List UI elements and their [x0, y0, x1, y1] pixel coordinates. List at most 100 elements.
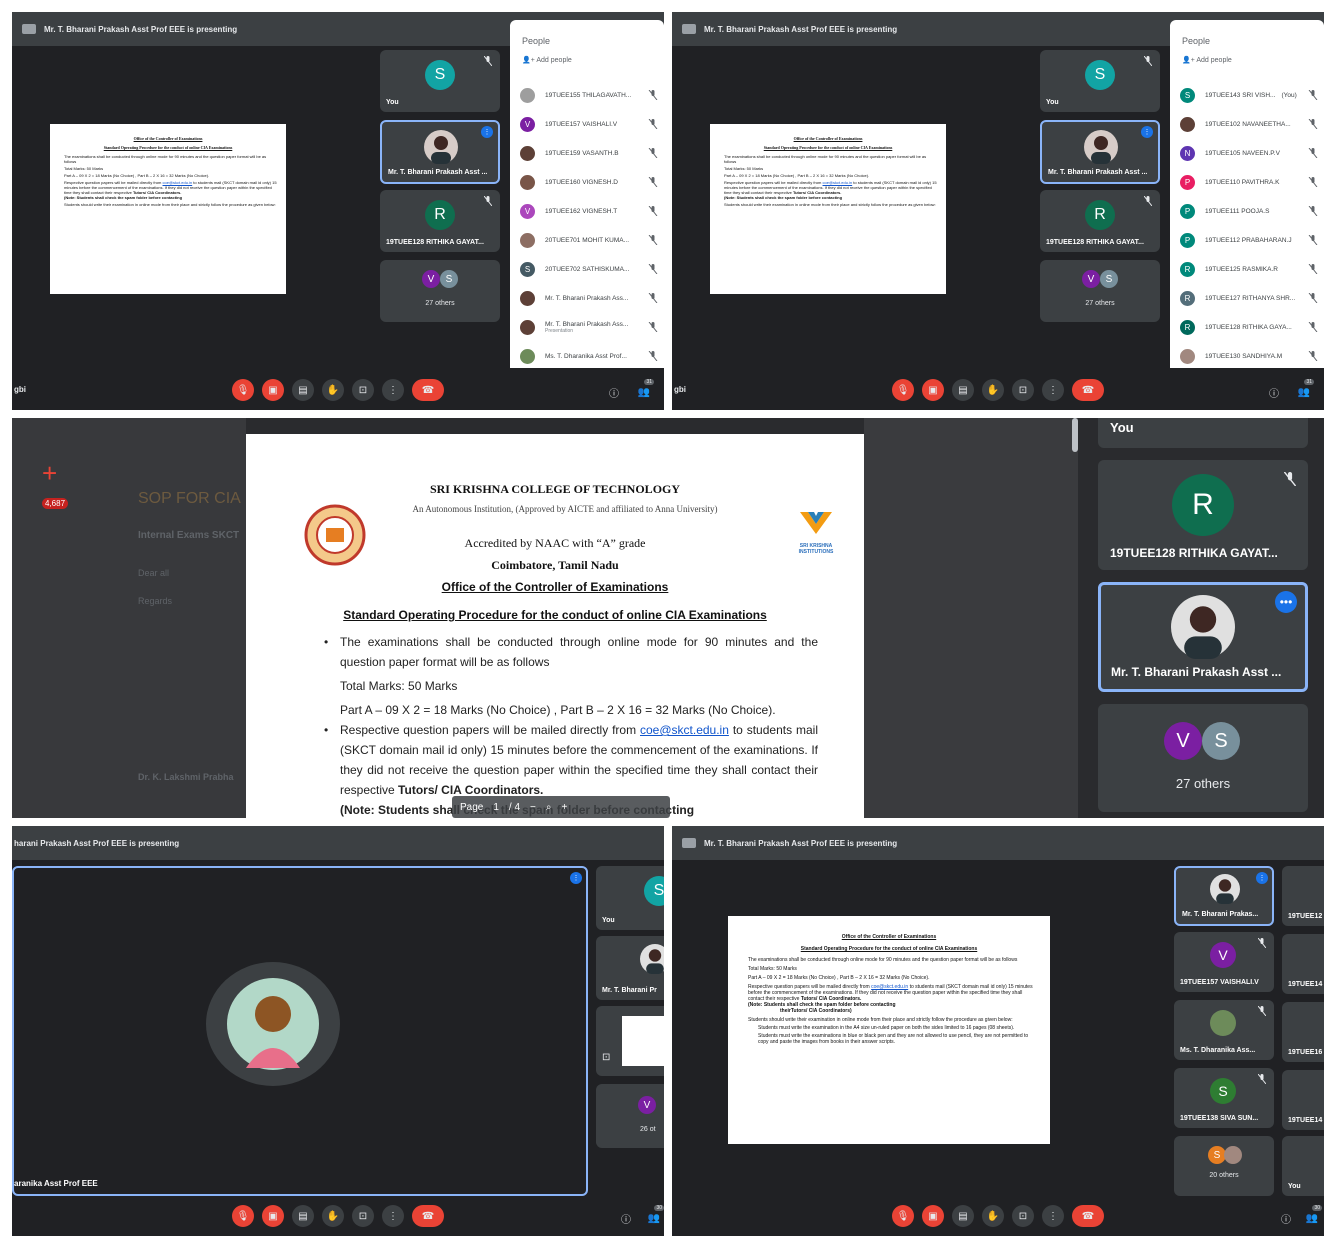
captions-button[interactable]: ▤ [292, 379, 314, 401]
shared-document[interactable]: Office of the Controller of Examinations… [710, 124, 946, 294]
tile-others[interactable]: V S 27 others [1040, 260, 1160, 322]
mic-off-button[interactable]: 🎙 [892, 379, 914, 401]
participant-row[interactable]: 19TUEE155 THILAGAVATH... [520, 84, 658, 106]
spotlight-tile[interactable]: ⋮ aranika Asst Prof EEE [12, 866, 588, 1196]
more-options-button[interactable]: ⋮ [382, 1205, 404, 1227]
mic-off-icon[interactable] [648, 90, 658, 100]
tile-dharanika[interactable]: Ms. T. Dharanika Ass... [1174, 1000, 1274, 1060]
mic-off-icon[interactable] [1308, 235, 1318, 245]
info-button[interactable]: ⓘ [606, 384, 622, 400]
participant-row[interactable]: S 20TUEE702 SATHISKUMA... [520, 258, 658, 280]
mic-off-icon[interactable] [1308, 90, 1318, 100]
tile-you-q4[interactable]: You [1282, 1136, 1324, 1196]
add-people-button[interactable]: 👤+ Add people [1170, 46, 1324, 64]
tile-participant[interactable]: 19TUEE14 [1282, 1070, 1324, 1130]
shared-document[interactable]: SRI KRISHNA INSTITUTIONS SRI KRISHNA COL… [246, 434, 864, 818]
participant-row[interactable]: R 19TUEE125 RASMIKA.R [1180, 258, 1318, 280]
mic-off-icon[interactable] [1308, 264, 1318, 274]
camera-off-button[interactable]: ▣ [262, 379, 284, 401]
tile-others[interactable]: V S 27 others [1098, 704, 1308, 812]
shared-document[interactable]: Office of the Controller of Examinations… [50, 124, 286, 294]
participant-row[interactable]: Mr. T. Bharani Prakash Ass... Presentatio… [520, 316, 658, 338]
tile-presenter[interactable]: Mr. T. Bharani Prakas... ⋮ [1174, 866, 1274, 926]
mic-off-icon[interactable] [648, 119, 658, 129]
tile-participant[interactable]: 19TUEE16 [1282, 1002, 1324, 1062]
captions-button[interactable]: ▤ [292, 1205, 314, 1227]
participant-row[interactable]: P 19TUEE112 PRABAHARAN.J [1180, 229, 1318, 251]
end-call-button[interactable]: ☎ [412, 1205, 444, 1227]
zoom-icon[interactable]: ⌕ [546, 802, 552, 813]
participant-row[interactable]: S 19TUEE143 SRI VISH... (You) [1180, 84, 1318, 106]
participant-row[interactable]: R 19TUEE128 RITHIKA GAYA... [1180, 316, 1318, 338]
participant-row[interactable]: Mr. T. Bharani Prakash Ass... [520, 287, 658, 309]
tile-others[interactable]: V S 27 others [380, 260, 500, 322]
zoom-in-icon[interactable]: + [562, 802, 568, 813]
raise-hand-button[interactable]: ✋ [982, 379, 1004, 401]
tile-rithika[interactable]: R 19TUEE128 RITHIKA GAYAT... [380, 190, 500, 252]
people-button[interactable]: 👥 30 [648, 1205, 664, 1224]
participant-row[interactable]: V 19TUEE162 VIGNESH.T [520, 200, 658, 222]
zoom-out-icon[interactable]: − [530, 802, 536, 813]
participant-row[interactable]: Ms. T. Dharanika Asst Prof... [520, 345, 658, 367]
more-options-button[interactable]: ⋮ [382, 379, 404, 401]
people-button[interactable]: 👥 31 [638, 379, 654, 398]
more-dots-icon[interactable]: ••• [1275, 591, 1297, 613]
participant-row[interactable]: P 19TUEE110 PAVITHRA.K [1180, 171, 1318, 193]
participant-row[interactable]: 20TUEE701 MOHIT KUMA... [520, 229, 658, 251]
tile-presenter[interactable]: Mr. T. Bharani Pr [596, 936, 664, 1000]
camera-off-button[interactable]: ▣ [262, 1205, 284, 1227]
tile-participant[interactable]: 19TUEE12 [1282, 866, 1324, 926]
participant-row[interactable]: 19TUEE160 VIGNESH.D [520, 171, 658, 193]
end-call-button[interactable]: ☎ [412, 379, 444, 401]
end-call-button[interactable]: ☎ [1072, 1205, 1104, 1227]
mic-off-icon[interactable] [1308, 206, 1318, 216]
camera-off-button[interactable]: ▣ [922, 379, 944, 401]
doc-scrollbar[interactable] [1072, 418, 1078, 452]
participant-row[interactable]: 19TUEE102 NAVANEETHA... [1180, 113, 1318, 135]
participant-row[interactable]: R 19TUEE127 RITHANYA SHR... [1180, 287, 1318, 309]
pdf-page-toolbar[interactable]: Page 1 / 4 − ⌕ + [452, 796, 670, 818]
tile-presenter[interactable]: Mr. T. Bharani Prakash Asst ... ••• [1098, 582, 1308, 692]
mic-off-icon[interactable] [648, 322, 658, 332]
tile-vaishali[interactable]: V 19TUEE157 VAISHALI.V [1174, 932, 1274, 992]
info-button[interactable]: ⓘ [1278, 1210, 1294, 1226]
people-button[interactable]: 👥 31 [1298, 379, 1314, 398]
present-button[interactable]: ⊡ [352, 379, 374, 401]
mic-off-icon[interactable] [648, 264, 658, 274]
add-people-button[interactable]: 👤+ Add people [510, 46, 664, 64]
more-options-button[interactable]: ⋮ [1042, 1205, 1064, 1227]
mic-off-icon[interactable] [1308, 322, 1318, 332]
present-button[interactable]: ⊡ [1012, 379, 1034, 401]
mic-off-icon[interactable] [1308, 148, 1318, 158]
participant-row[interactable]: P 19TUEE111 POOJA.S [1180, 200, 1318, 222]
raise-hand-button[interactable]: ✋ [322, 379, 344, 401]
mic-off-icon[interactable] [648, 177, 658, 187]
doc-email-link[interactable]: coe@skct.edu.in [640, 723, 729, 737]
participant-row[interactable]: 19TUEE159 VASANTH.B [520, 142, 658, 164]
info-button[interactable]: ⓘ [618, 1210, 634, 1226]
mic-off-icon[interactable] [648, 206, 658, 216]
mic-off-icon[interactable] [1308, 293, 1318, 303]
participant-row[interactable]: V 19TUEE157 VAISHALI.V [520, 113, 658, 135]
raise-hand-button[interactable]: ✋ [982, 1205, 1004, 1227]
tile-presentation[interactable]: ⊡ [596, 1006, 664, 1076]
tile-you[interactable]: S You [1040, 50, 1160, 112]
mic-off-icon[interactable] [648, 351, 658, 361]
tile-you[interactable]: S You [380, 50, 500, 112]
more-options-button[interactable]: ⋮ [1042, 379, 1064, 401]
present-button[interactable]: ⊡ [352, 1205, 374, 1227]
end-call-button[interactable]: ☎ [1072, 379, 1104, 401]
mic-off-icon[interactable] [648, 235, 658, 245]
tile-others[interactable]: S 20 others [1174, 1136, 1274, 1196]
raise-hand-button[interactable]: ✋ [322, 1205, 344, 1227]
mic-off-icon[interactable] [648, 293, 658, 303]
captions-button[interactable]: ▤ [952, 1205, 974, 1227]
tile-participant[interactable]: 19TUEE14 [1282, 934, 1324, 994]
tile-others[interactable]: V 26 ot [596, 1084, 664, 1148]
camera-off-button[interactable]: ▣ [922, 1205, 944, 1227]
tile-presenter[interactable]: Mr. T. Bharani Prakash Asst ... ⋮ [380, 120, 500, 184]
tile-presenter[interactable]: Mr. T. Bharani Prakash Asst ... ⋮ [1040, 120, 1160, 184]
tile-you[interactable]: S You [596, 866, 664, 930]
tile-rithika[interactable]: R 19TUEE128 RITHIKA GAYAT... [1098, 460, 1308, 570]
people-button[interactable]: 👥 30 [1306, 1205, 1322, 1224]
